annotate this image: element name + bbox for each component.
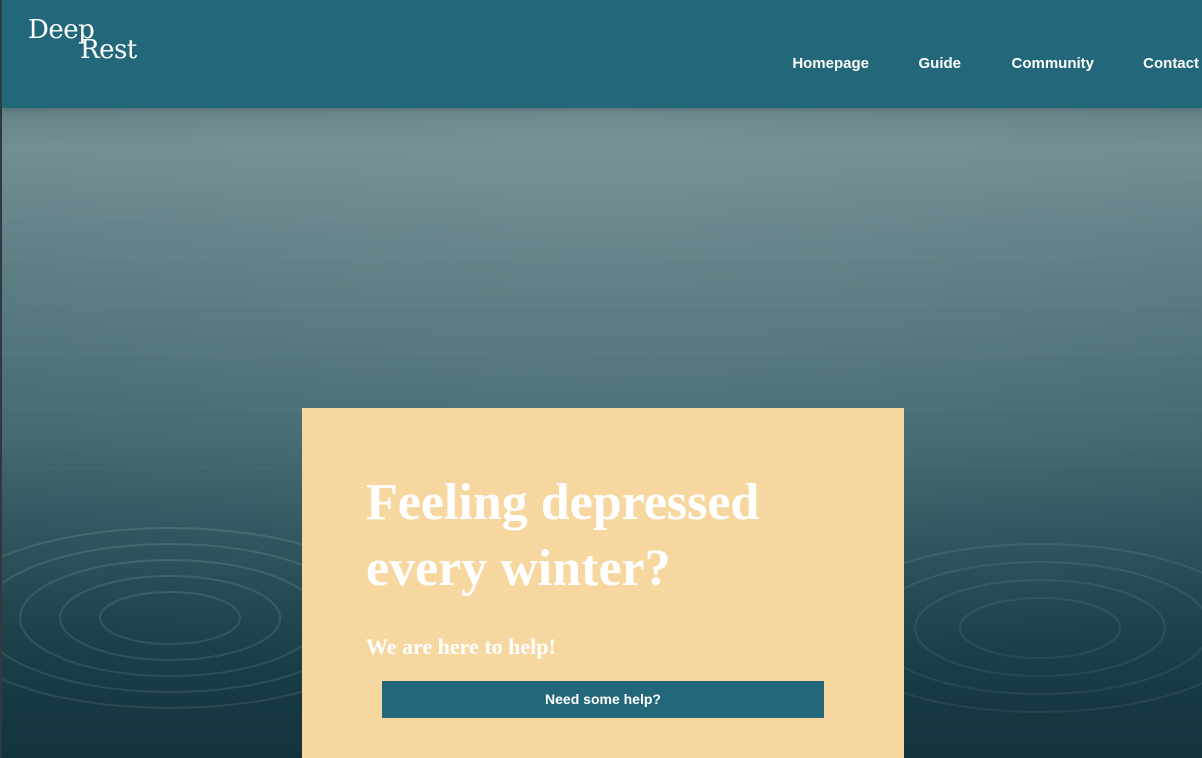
logo-text-bottom: Rest — [80, 35, 137, 65]
hero-title: Feeling depressed every winter? — [366, 474, 760, 597]
nav-item-homepage[interactable]: Homepage — [792, 55, 869, 72]
nav-item-guide[interactable]: Guide — [918, 55, 961, 72]
hero-card: Feeling depressed every winter? We are h… — [302, 408, 904, 758]
nav-item-contact[interactable]: Contact — [1143, 55, 1199, 72]
window-edge — [0, 0, 2, 758]
hero-subtitle: We are here to help! — [366, 634, 556, 659]
page: Deep Rest Homepage Guide Community Conta… — [0, 0, 1202, 758]
nav-item-community[interactable]: Community — [1012, 55, 1095, 72]
site-header: Deep Rest Homepage Guide Community Conta… — [0, 0, 1202, 108]
need-help-button[interactable]: Need some help? — [382, 681, 824, 718]
logo[interactable]: Deep Rest — [28, 14, 148, 66]
